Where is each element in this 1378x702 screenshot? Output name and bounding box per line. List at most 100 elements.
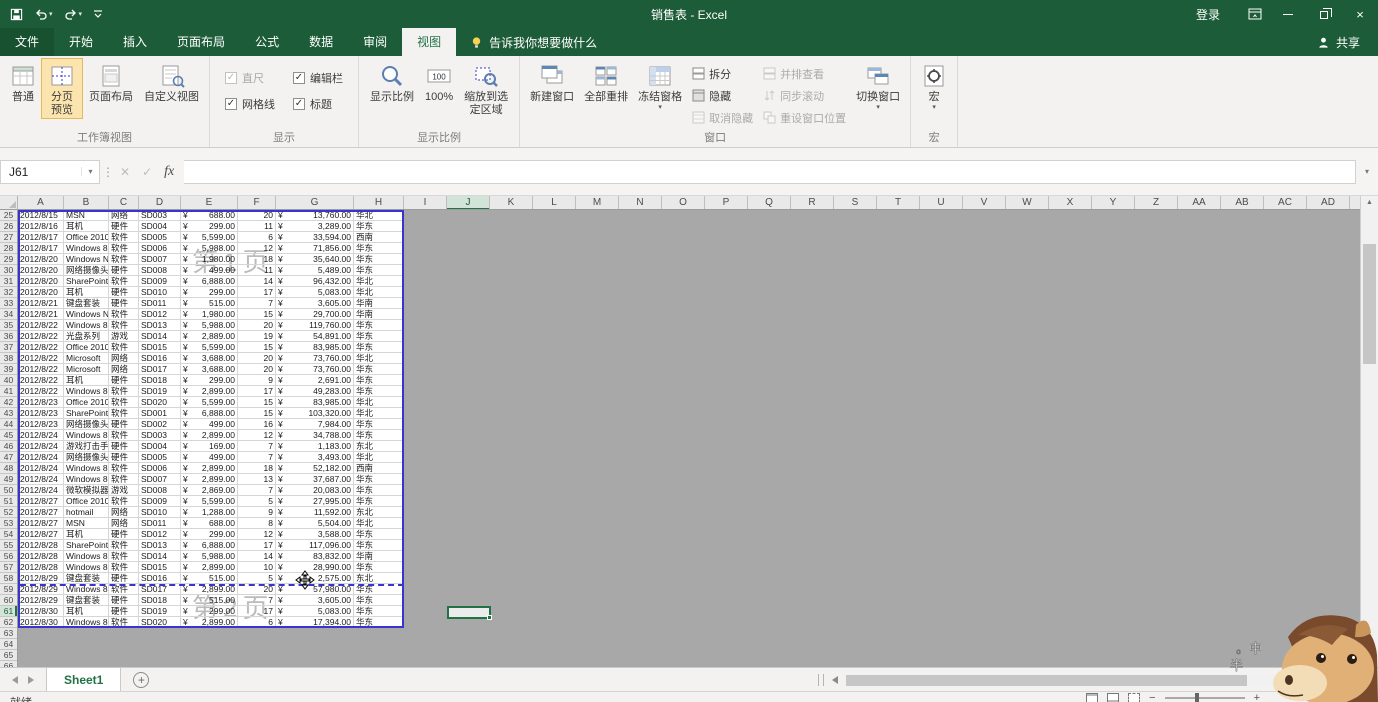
cell[interactable]: 2012/8/30 xyxy=(18,617,64,628)
cell[interactable]: ¥1,980.00 xyxy=(181,309,238,320)
cell[interactable]: 2012/8/21 xyxy=(18,309,64,320)
ribbon-tab-页面布局[interactable]: 页面布局 xyxy=(162,28,240,56)
cell[interactable]: 硬件 xyxy=(109,375,139,386)
column-header-Y[interactable]: Y xyxy=(1092,196,1135,210)
cell[interactable]: 2012/8/22 xyxy=(18,320,64,331)
cell[interactable]: ¥5,988.00 xyxy=(181,320,238,331)
cell[interactable]: ¥2,869.00 xyxy=(181,485,238,496)
cell[interactable]: 2012/8/28 xyxy=(18,551,64,562)
redo-dropdown-icon[interactable]: ▾ xyxy=(79,10,83,18)
zoom-out-button[interactable]: − xyxy=(1149,693,1155,702)
cell[interactable]: 耳机 xyxy=(64,529,109,540)
cell[interactable]: 2012/8/30 xyxy=(18,606,64,617)
cell[interactable]: ¥54,891.00 xyxy=(276,331,354,342)
cell[interactable]: Windows 8 xyxy=(64,551,109,562)
cell[interactable]: 软件 xyxy=(109,309,139,320)
column-header-C[interactable]: C xyxy=(109,196,139,210)
cell[interactable]: ¥49,283.00 xyxy=(276,386,354,397)
cell[interactable]: SD018 xyxy=(139,375,181,386)
ribbon-tab-审阅[interactable]: 审阅 xyxy=(348,28,402,56)
cell[interactable]: 18 xyxy=(238,463,276,474)
cell[interactable]: 硬件 xyxy=(109,441,139,452)
cell[interactable]: SD005 xyxy=(139,452,181,463)
cell[interactable]: 2012/8/17 xyxy=(18,243,64,254)
sheet-tab-sheet1[interactable]: Sheet1 xyxy=(46,668,121,691)
cell[interactable]: 5 xyxy=(238,496,276,507)
cell[interactable]: ¥299.00 xyxy=(181,221,238,232)
column-header-H[interactable]: H xyxy=(354,196,404,210)
column-header-J[interactable]: J xyxy=(447,196,490,210)
cell[interactable]: 游戏打击手柄 xyxy=(64,441,109,452)
row-header-33[interactable]: 33 xyxy=(0,298,17,309)
cell[interactable]: 华南 xyxy=(354,551,404,562)
cell[interactable]: SD013 xyxy=(139,540,181,551)
cell[interactable]: SD004 xyxy=(139,221,181,232)
cell[interactable]: 华东 xyxy=(354,364,404,375)
cell[interactable]: 华北 xyxy=(354,210,404,221)
switch-windows-button[interactable]: 切换窗口 xyxy=(851,58,905,114)
cell[interactable]: 9 xyxy=(238,375,276,386)
cell[interactable]: ¥33,594.00 xyxy=(276,232,354,243)
cell[interactable]: 2012/8/16 xyxy=(18,221,64,232)
cell[interactable]: 华东 xyxy=(354,617,404,628)
cell[interactable]: 软件 xyxy=(109,243,139,254)
cell[interactable]: ¥11,592.00 xyxy=(276,507,354,518)
cell[interactable]: SD020 xyxy=(139,617,181,628)
cell[interactable]: ¥28,990.00 xyxy=(276,562,354,573)
undo-button[interactable]: ▾ xyxy=(34,8,53,20)
cell[interactable]: 2012/8/28 xyxy=(18,540,64,551)
column-header-M[interactable]: M xyxy=(576,196,619,210)
cell[interactable]: 网络 xyxy=(109,364,139,375)
cell[interactable]: ¥17,394.00 xyxy=(276,617,354,628)
cell[interactable]: 2012/8/22 xyxy=(18,386,64,397)
column-header-V[interactable]: V xyxy=(963,196,1006,210)
column-header-N[interactable]: N xyxy=(619,196,662,210)
row-header-58[interactable]: 58 xyxy=(0,573,17,584)
cell[interactable]: 华北 xyxy=(354,452,404,463)
cell[interactable]: ¥71,856.00 xyxy=(276,243,354,254)
cell[interactable]: ¥119,760.00 xyxy=(276,320,354,331)
cell[interactable]: 东北 xyxy=(354,441,404,452)
row-header-30[interactable]: 30 xyxy=(0,265,17,276)
horizontal-scroll-thumb[interactable] xyxy=(846,675,1247,686)
column-header-O[interactable]: O xyxy=(662,196,705,210)
cell[interactable]: SD014 xyxy=(139,331,181,342)
cell[interactable]: 12 xyxy=(238,430,276,441)
cell[interactable]: 网络 xyxy=(109,507,139,518)
cell[interactable]: 网络 xyxy=(109,210,139,221)
cell[interactable]: 2012/8/24 xyxy=(18,474,64,485)
selected-cell-J61[interactable] xyxy=(447,606,491,619)
custom-views-button[interactable]: 自定义视图 xyxy=(139,58,204,106)
select-all-corner[interactable] xyxy=(0,196,18,210)
cell[interactable]: SD014 xyxy=(139,551,181,562)
cell[interactable]: 2012/8/15 xyxy=(18,210,64,221)
cell[interactable]: 12 xyxy=(238,243,276,254)
cell[interactable]: ¥499.00 xyxy=(181,419,238,430)
cell[interactable]: Office 2010 xyxy=(64,342,109,353)
cell[interactable]: 光盘系列 xyxy=(64,331,109,342)
row-header-62[interactable]: 62 xyxy=(0,617,17,628)
column-header-U[interactable]: U xyxy=(920,196,963,210)
cell[interactable]: 硬件 xyxy=(109,221,139,232)
cell[interactable]: Microsoft xyxy=(64,353,109,364)
cell[interactable]: 2012/8/23 xyxy=(18,408,64,419)
ribbon-tab-开始[interactable]: 开始 xyxy=(54,28,108,56)
cell[interactable]: 华东 xyxy=(354,386,404,397)
cell[interactable]: Windows NT xyxy=(64,309,109,320)
cell[interactable]: MSN xyxy=(64,518,109,529)
tab-scroll-splitter[interactable] xyxy=(818,674,824,686)
cell[interactable]: 软件 xyxy=(109,232,139,243)
vertical-scrollbar[interactable] xyxy=(1360,196,1378,667)
cell[interactable]: ¥1,288.00 xyxy=(181,507,238,518)
cell[interactable]: 2012/8/29 xyxy=(18,573,64,584)
cell[interactable]: 18 xyxy=(238,254,276,265)
cell[interactable]: 17 xyxy=(238,540,276,551)
cell[interactable]: 华北 xyxy=(354,408,404,419)
cell[interactable]: SD019 xyxy=(139,386,181,397)
cell[interactable]: 20 xyxy=(238,353,276,364)
cell[interactable]: 软件 xyxy=(109,276,139,287)
cell[interactable]: SD012 xyxy=(139,309,181,320)
cell[interactable]: 10 xyxy=(238,562,276,573)
cell[interactable]: Office 2010 xyxy=(64,232,109,243)
cell[interactable]: 耳机 xyxy=(64,221,109,232)
